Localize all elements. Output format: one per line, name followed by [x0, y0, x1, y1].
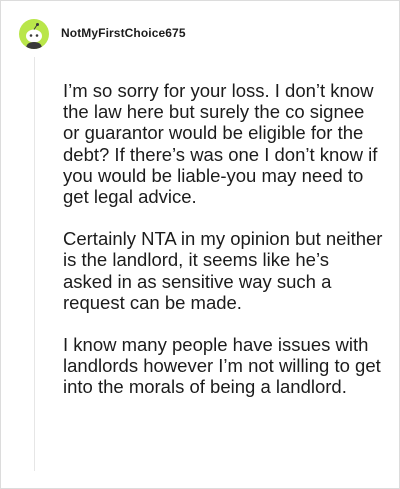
comment-paragraph: Certainly NTA in my opinion but neither …: [63, 228, 383, 313]
comment-card: NotMyFirstChoice675 I’m so sorry for you…: [0, 0, 400, 489]
comment-paragraph: I’m so sorry for your loss. I don’t know…: [63, 80, 378, 208]
comment-paragraph: I know many people have issues with land…: [63, 334, 381, 398]
comment-header: NotMyFirstChoice675: [19, 18, 186, 50]
thread-line[interactable]: [34, 57, 35, 471]
comment-username[interactable]: NotMyFirstChoice675: [61, 26, 186, 40]
comment-body: I’m so sorry for your loss. I don’t know…: [63, 80, 383, 398]
user-avatar[interactable]: [19, 19, 49, 49]
reddit-snoo-avatar-icon: [26, 23, 42, 49]
